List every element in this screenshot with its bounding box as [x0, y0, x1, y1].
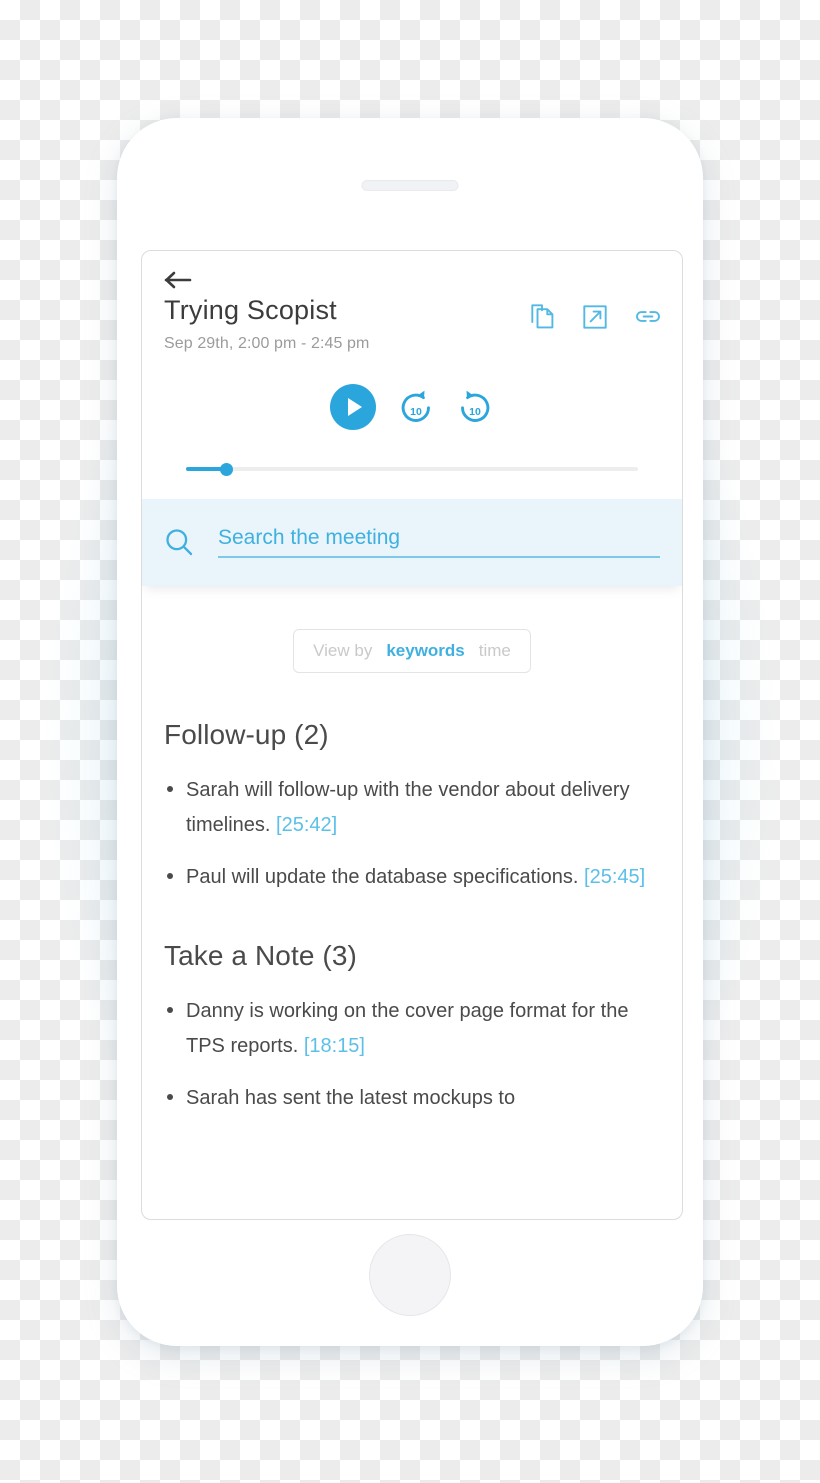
list-item-text: Sarah has sent the latest mockups to	[186, 1087, 516, 1110]
view-by-option-time[interactable]: time	[479, 641, 511, 661]
view-by-label: View by	[313, 641, 373, 661]
back-arrow-icon[interactable]	[164, 269, 194, 291]
phone-home-button[interactable]	[369, 1234, 451, 1316]
timestamp-link[interactable]: [18:15]	[304, 1035, 365, 1057]
timestamp-link[interactable]: [25:45]	[584, 866, 645, 888]
section-item-list: Danny is working on the cover page forma…	[164, 994, 660, 1115]
section-title: Take a Note (3)	[164, 940, 357, 972]
list-item: Danny is working on the cover page forma…	[164, 994, 660, 1064]
play-triangle-icon	[348, 398, 362, 417]
phone-speaker	[361, 180, 459, 191]
rewind-10-button[interactable]: 10	[397, 388, 435, 426]
view-by-toggle: View by keywords time	[293, 629, 531, 674]
list-item: Sarah will follow-up with the vendor abo…	[164, 773, 660, 843]
meeting-title: Trying Scopist	[164, 295, 337, 325]
section-title: Follow-up (2)	[164, 719, 329, 751]
meeting-date-range: Sep 29th, 2:00 pm - 2:45 pm	[164, 335, 370, 353]
view-by-toggle-wrap: View by keywords time	[142, 629, 682, 674]
forward-seconds-label: 10	[469, 406, 481, 418]
meeting-notes-content: Follow-up (2) Sarah will follow-up with t…	[142, 719, 682, 1116]
rewind-seconds-label: 10	[410, 406, 422, 418]
search-input[interactable]	[218, 526, 660, 551]
search-bar	[142, 499, 682, 587]
copy-icon[interactable]	[531, 304, 554, 329]
playback-progress-slider[interactable]	[186, 461, 638, 477]
list-item: Paul will update the database specificat…	[164, 860, 660, 895]
share-external-icon[interactable]	[583, 304, 607, 329]
play-button[interactable]	[330, 384, 376, 431]
forward-10-button[interactable]: 10	[456, 388, 494, 426]
search-field	[218, 526, 660, 559]
list-item: Sarah has sent the latest mockups to	[164, 1081, 660, 1116]
view-by-option-keywords[interactable]: keywords	[386, 641, 464, 661]
progress-thumb[interactable]	[220, 463, 234, 477]
playback-controls: 10 10	[164, 384, 660, 431]
search-icon[interactable]	[164, 527, 194, 557]
progress-track	[186, 467, 638, 472]
title-block: Trying Scopist Sep 29th, 2:00 pm - 2:45 …	[164, 295, 370, 353]
meeting-header: Trying Scopist Sep 29th, 2:00 pm - 2:45 …	[142, 251, 682, 477]
timestamp-link[interactable]: [25:42]	[276, 814, 337, 836]
title-row: Trying Scopist Sep 29th, 2:00 pm - 2:45 …	[164, 295, 660, 353]
app-screen-card: Trying Scopist Sep 29th, 2:00 pm - 2:45 …	[141, 250, 683, 1220]
link-icon[interactable]	[636, 309, 660, 324]
list-item-text: Sarah will follow-up with the vendor abo…	[186, 779, 630, 836]
header-action-icons	[531, 295, 660, 329]
list-item-text: Paul will update the database specificat…	[186, 865, 579, 888]
section-item-list: Sarah will follow-up with the vendor abo…	[164, 773, 660, 894]
list-item-text: Danny is working on the cover page forma…	[186, 1000, 629, 1058]
